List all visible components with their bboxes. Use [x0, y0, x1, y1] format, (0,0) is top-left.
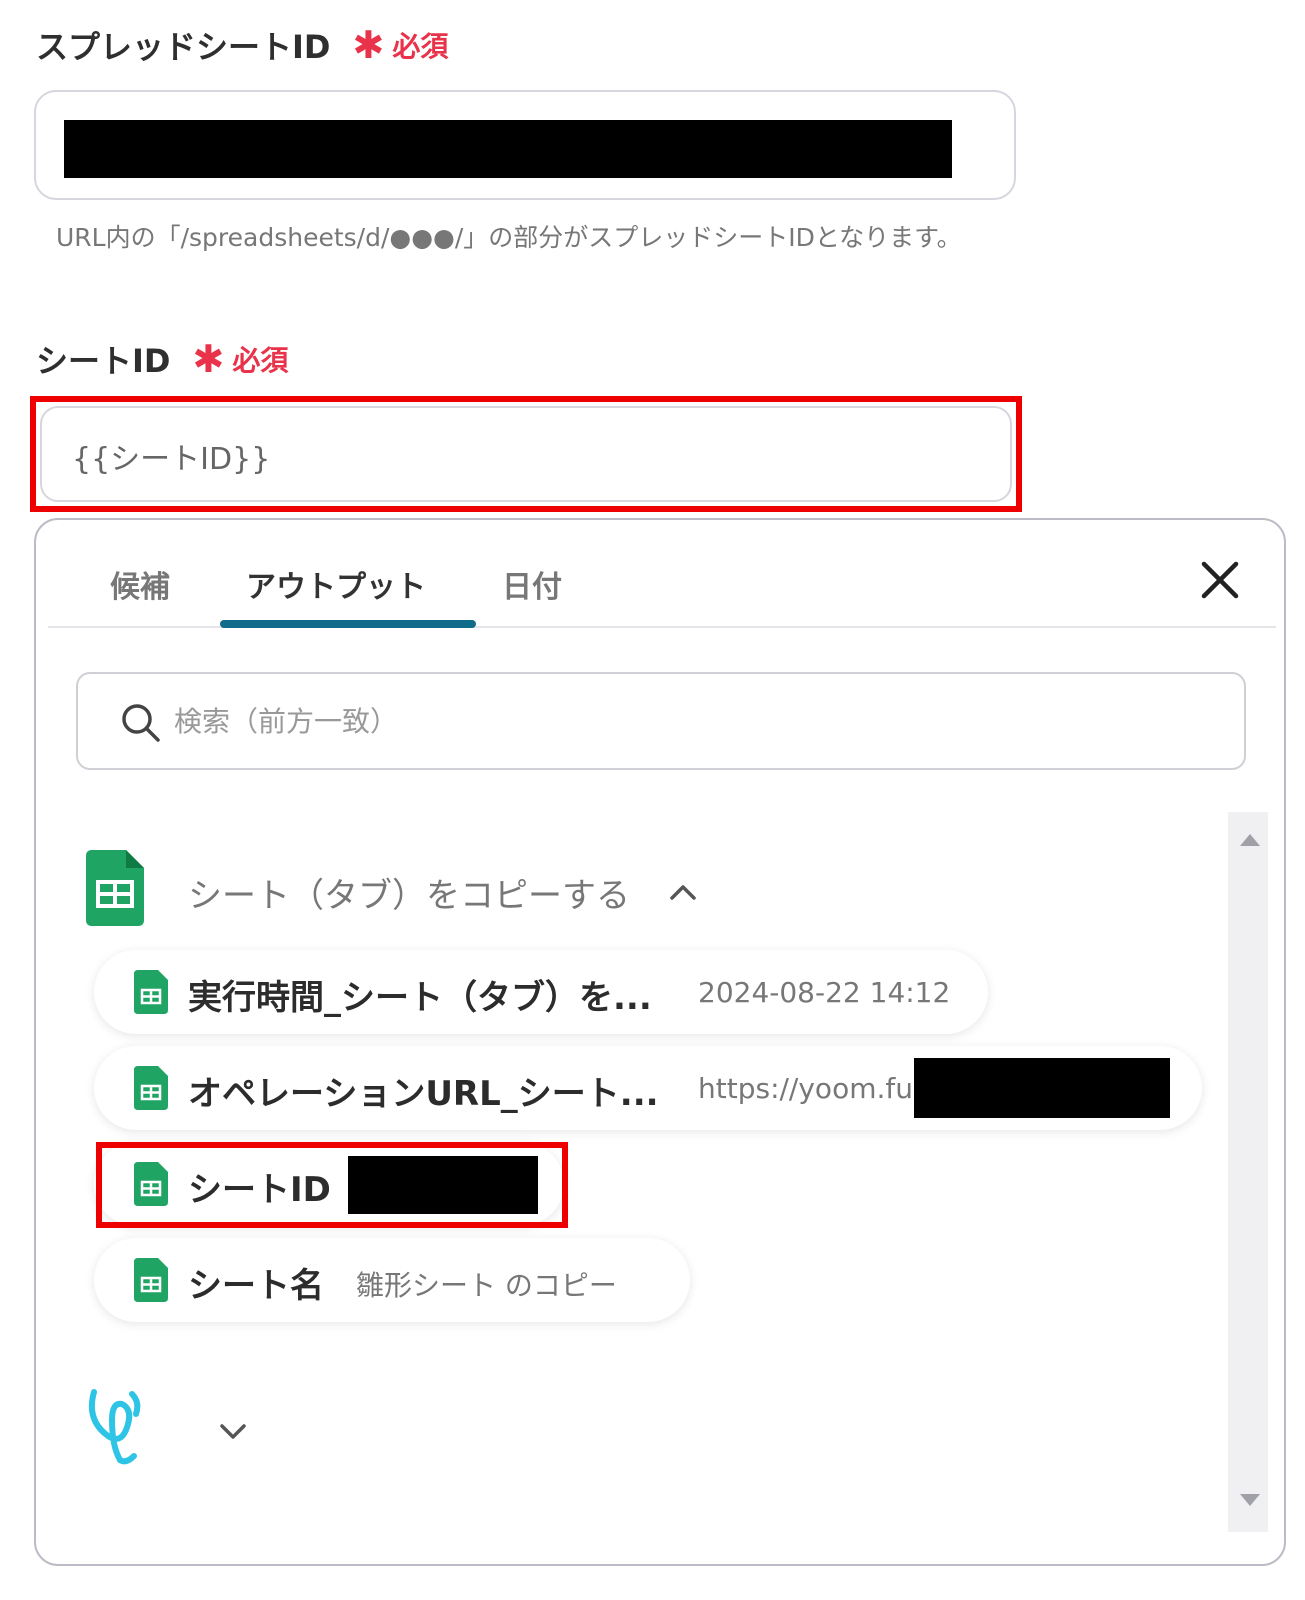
google-sheets-icon — [134, 970, 168, 1014]
google-sheets-icon — [86, 850, 144, 930]
redacted-block — [64, 120, 952, 178]
search-input[interactable] — [174, 694, 1214, 748]
tab-bar: 候補 アウトプット 日付 — [48, 520, 1276, 628]
item-name: シート名 — [188, 1266, 324, 1306]
yoom-group-header[interactable] — [86, 1380, 386, 1470]
google-sheets-icon — [134, 1066, 168, 1110]
item-value: https://yoom.fun — [698, 1072, 931, 1105]
tab-candidates[interactable]: 候補 — [110, 562, 170, 606]
yoom-logo-icon — [86, 1380, 146, 1470]
redacted-block — [914, 1058, 1170, 1118]
spreadsheet-id-hint: URL内の「/spreadsheets/d/●●●/」の部分がスプレッドシートI… — [56, 223, 962, 252]
required-asterisk: ✱ — [352, 23, 385, 67]
required-text: 必須 — [232, 344, 289, 377]
item-name: 実行時間_シート（タブ）を... — [188, 978, 652, 1018]
item-name: オペレーションURL_シート... — [188, 1074, 659, 1114]
variable-picker-panel: 候補 アウトプット 日付 シート（タブ）をコピーする — [34, 518, 1286, 1566]
search-icon — [120, 702, 162, 744]
required-badge: ✱ 必須 — [352, 25, 448, 65]
sheet-id-label-text: シートID — [36, 342, 171, 380]
highlight-frame — [96, 1142, 568, 1228]
tab-date[interactable]: 日付 — [502, 562, 562, 606]
tab-output[interactable]: アウトプット — [246, 562, 426, 606]
group-header[interactable]: シート（タブ）をコピーする — [86, 850, 736, 930]
chevron-down-icon[interactable] — [220, 1418, 246, 1444]
search-box — [76, 672, 1246, 770]
close-icon[interactable] — [1198, 558, 1242, 602]
item-value: 2024-08-22 14:12 — [698, 976, 951, 1009]
required-badge: ✱ 必須 — [192, 339, 288, 379]
item-value: 雛形シート のコピー — [356, 1269, 617, 1302]
required-asterisk: ✱ — [192, 337, 225, 381]
scroll-down-icon[interactable] — [1240, 1494, 1260, 1506]
scrollbar[interactable] — [1228, 812, 1268, 1532]
spreadsheet-id-label-text: スプレッドシートID — [36, 28, 331, 66]
output-item-operation-url[interactable]: オペレーションURL_シート... https://yoom.fun — [94, 1046, 1202, 1130]
highlight-frame — [30, 396, 1022, 512]
scroll-up-icon[interactable] — [1240, 834, 1260, 846]
output-item-sheet-name[interactable]: シート名 雛形シート のコピー — [94, 1238, 690, 1322]
output-item-exec-time[interactable]: 実行時間_シート（タブ）を... 2024-08-22 14:12 — [94, 950, 988, 1034]
spreadsheet-id-label: スプレッドシートID ✱ 必須 — [36, 22, 448, 68]
google-sheets-icon — [134, 1258, 168, 1302]
sheet-id-label: シートID ✱ 必須 — [36, 336, 288, 382]
chevron-up-icon[interactable] — [670, 880, 696, 906]
required-text: 必須 — [392, 30, 449, 63]
active-tab-indicator — [220, 620, 476, 628]
group-title: シート（タブ）をコピーする — [188, 876, 630, 916]
